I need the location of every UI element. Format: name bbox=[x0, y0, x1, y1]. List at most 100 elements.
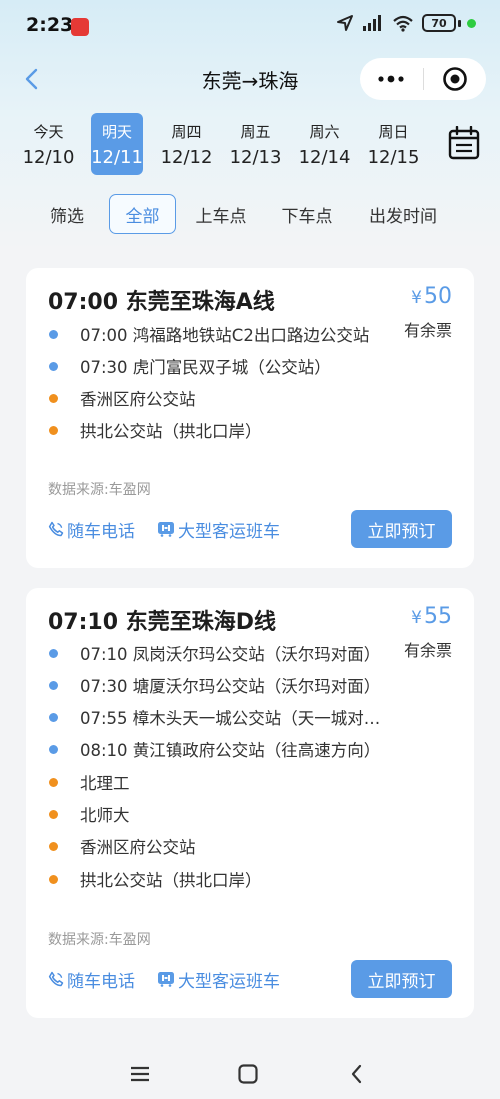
data-source-label: 数据来源:车盈网 bbox=[48, 482, 151, 498]
date-weekday: 周四 bbox=[171, 122, 202, 141]
date-weekday: 今天 bbox=[33, 122, 64, 141]
bus-type-tag: 大型客运班车 bbox=[157, 516, 280, 542]
date-value: 12/12 bbox=[160, 146, 213, 168]
boarding-dot-icon bbox=[49, 361, 58, 371]
stop-item: 07:00 鸿福路地铁站C2出口路边公交站 bbox=[48, 318, 388, 350]
stop-text: 07:00 鸿福路地铁站C2出口路边公交站 bbox=[80, 326, 370, 345]
stop-text: 07:55 樟木头天一城公交站（天一城对面） bbox=[80, 709, 388, 728]
price-value: 55 bbox=[424, 604, 452, 629]
location-arrow-icon bbox=[337, 15, 353, 31]
date-selector: 今天 12/10 明天 12/11 周四 12/12 周五 12/13 周六 1… bbox=[14, 113, 434, 175]
trip-title: 07:00 东莞至珠海A线 bbox=[48, 290, 275, 315]
home-square-icon bbox=[238, 1064, 258, 1084]
phone-icon bbox=[48, 521, 64, 537]
stop-item: 拱北公交站（拱北口岸） bbox=[48, 414, 388, 446]
tag-label: 大型客运班车 bbox=[178, 521, 280, 542]
date-weekday: 明天 bbox=[101, 122, 132, 141]
stop-text: 香洲区府公交站 bbox=[80, 390, 196, 409]
filter-boarding-point[interactable]: 上车点 bbox=[188, 194, 254, 234]
date-value: 12/14 bbox=[298, 146, 351, 168]
date-value: 12/10 bbox=[22, 146, 75, 168]
date-weekday: 周日 bbox=[378, 122, 409, 141]
book-now-button[interactable]: 立即预订 bbox=[351, 960, 452, 998]
filter-bar: 筛选 全部 上车点 下车点 出发时间 bbox=[0, 194, 500, 236]
menu-lines-icon bbox=[131, 1066, 149, 1082]
recent-apps-button[interactable] bbox=[125, 1059, 155, 1089]
date-weekday: 周六 bbox=[309, 122, 340, 141]
stop-text: 北理工 bbox=[80, 774, 130, 793]
alighting-dot-icon bbox=[49, 777, 58, 787]
mini-program-capsule bbox=[360, 58, 486, 100]
home-button[interactable] bbox=[233, 1059, 263, 1089]
stop-text: 北师大 bbox=[80, 806, 130, 825]
date-tab-fri[interactable]: 周五 12/13 bbox=[221, 113, 290, 175]
onboard-phone-tag[interactable]: 随车电话 bbox=[48, 966, 135, 992]
more-dots-icon bbox=[378, 75, 404, 83]
book-now-button[interactable]: 立即预订 bbox=[351, 510, 452, 548]
boarding-dot-icon bbox=[49, 648, 58, 658]
bus-icon bbox=[158, 972, 174, 987]
bus-icon bbox=[158, 522, 174, 537]
trip-card[interactable]: 07:00 东莞至珠海A线 ¥50 有余票 07:00 鸿福路地铁站C2出口路边… bbox=[26, 268, 474, 568]
date-tab-tomorrow[interactable]: 明天 12/11 bbox=[91, 113, 143, 175]
calendar-button[interactable] bbox=[448, 125, 480, 160]
filter-all-tab[interactable]: 全部 bbox=[109, 194, 176, 234]
target-circle-icon bbox=[442, 67, 467, 91]
filter-alighting-point[interactable]: 下车点 bbox=[274, 194, 340, 234]
data-source-label: 数据来源:车盈网 bbox=[48, 932, 151, 948]
date-value: 12/15 bbox=[367, 146, 420, 168]
ticket-availability: 有余票 bbox=[403, 321, 452, 340]
stop-item: 拱北公交站（拱北口岸） bbox=[48, 863, 388, 895]
status-bar: 2:23 70 bbox=[0, 0, 500, 52]
ticket-availability: 有余票 bbox=[403, 641, 452, 660]
status-icons: 70 bbox=[336, 14, 476, 32]
stop-text: 拱北公交站（拱北口岸） bbox=[80, 871, 262, 890]
date-tab-sat[interactable]: 周六 12/14 bbox=[290, 113, 359, 175]
trip-price: ¥55 bbox=[411, 604, 452, 629]
battery-icon: 70 bbox=[422, 14, 476, 32]
stop-item: 香洲区府公交站 bbox=[48, 830, 388, 862]
filter-button[interactable]: 筛选 bbox=[40, 194, 94, 234]
stop-text: 08:10 黄江镇政府公交站（往高速方向） bbox=[80, 741, 381, 760]
stop-item: 香洲区府公交站 bbox=[48, 382, 388, 414]
alighting-dot-icon bbox=[49, 393, 58, 403]
stop-item: 07:30 塘厦沃尔玛公交站（沃尔玛对面） bbox=[48, 669, 388, 701]
bus-type-tag: 大型客运班车 bbox=[157, 966, 280, 992]
alighting-dot-icon bbox=[49, 809, 58, 819]
status-time: 2:23 bbox=[26, 14, 74, 36]
onboard-phone-tag[interactable]: 随车电话 bbox=[48, 516, 135, 542]
stop-item: 北理工 bbox=[48, 766, 388, 798]
stop-text: 拱北公交站（拱北口岸） bbox=[80, 422, 262, 441]
charging-dot-icon bbox=[467, 18, 476, 28]
phone-icon bbox=[48, 971, 64, 987]
stop-item: 07:30 虎门富民双子城（公交站） bbox=[48, 350, 388, 382]
app-notification-icon bbox=[71, 18, 89, 36]
stop-item: 07:55 樟木头天一城公交站（天一城对面） bbox=[48, 701, 388, 733]
stop-text: 香洲区府公交站 bbox=[80, 838, 196, 857]
close-mini-program-button[interactable] bbox=[424, 58, 487, 100]
trip-card[interactable]: 07:10 东莞至珠海D线 ¥55 有余票 07:10 凤岗沃尔玛公交站（沃尔玛… bbox=[26, 588, 474, 1018]
date-tab-sun[interactable]: 周日 12/15 bbox=[359, 113, 428, 175]
boarding-dot-icon bbox=[49, 744, 58, 754]
boarding-dot-icon bbox=[49, 680, 58, 690]
tag-label: 随车电话 bbox=[67, 521, 135, 542]
wifi-icon bbox=[393, 15, 413, 32]
stop-text: 07:30 塘厦沃尔玛公交站（沃尔玛对面） bbox=[80, 677, 381, 696]
cellular-signal-icon bbox=[363, 15, 381, 31]
trip-title: 07:10 东莞至珠海D线 bbox=[48, 610, 276, 635]
alighting-dot-icon bbox=[49, 425, 58, 435]
currency-symbol: ¥ bbox=[411, 608, 422, 628]
battery-level: 70 bbox=[431, 16, 447, 30]
currency-symbol: ¥ bbox=[411, 288, 422, 308]
date-tab-thu[interactable]: 周四 12/12 bbox=[152, 113, 221, 175]
more-menu-button[interactable] bbox=[360, 58, 423, 100]
system-navigation-bar bbox=[0, 1051, 500, 1099]
trip-price: ¥50 bbox=[411, 284, 452, 309]
alighting-dot-icon bbox=[49, 874, 58, 884]
stop-text: 07:10 凤岗沃尔玛公交站（沃尔玛对面） bbox=[80, 645, 381, 664]
date-tab-today[interactable]: 今天 12/10 bbox=[14, 113, 83, 175]
stop-text: 07:30 虎门富民双子城（公交站） bbox=[80, 358, 331, 377]
navigation-bar: 东莞→珠海 bbox=[0, 52, 500, 106]
filter-departure-time[interactable]: 出发时间 bbox=[362, 194, 444, 234]
system-back-button[interactable] bbox=[341, 1059, 371, 1089]
